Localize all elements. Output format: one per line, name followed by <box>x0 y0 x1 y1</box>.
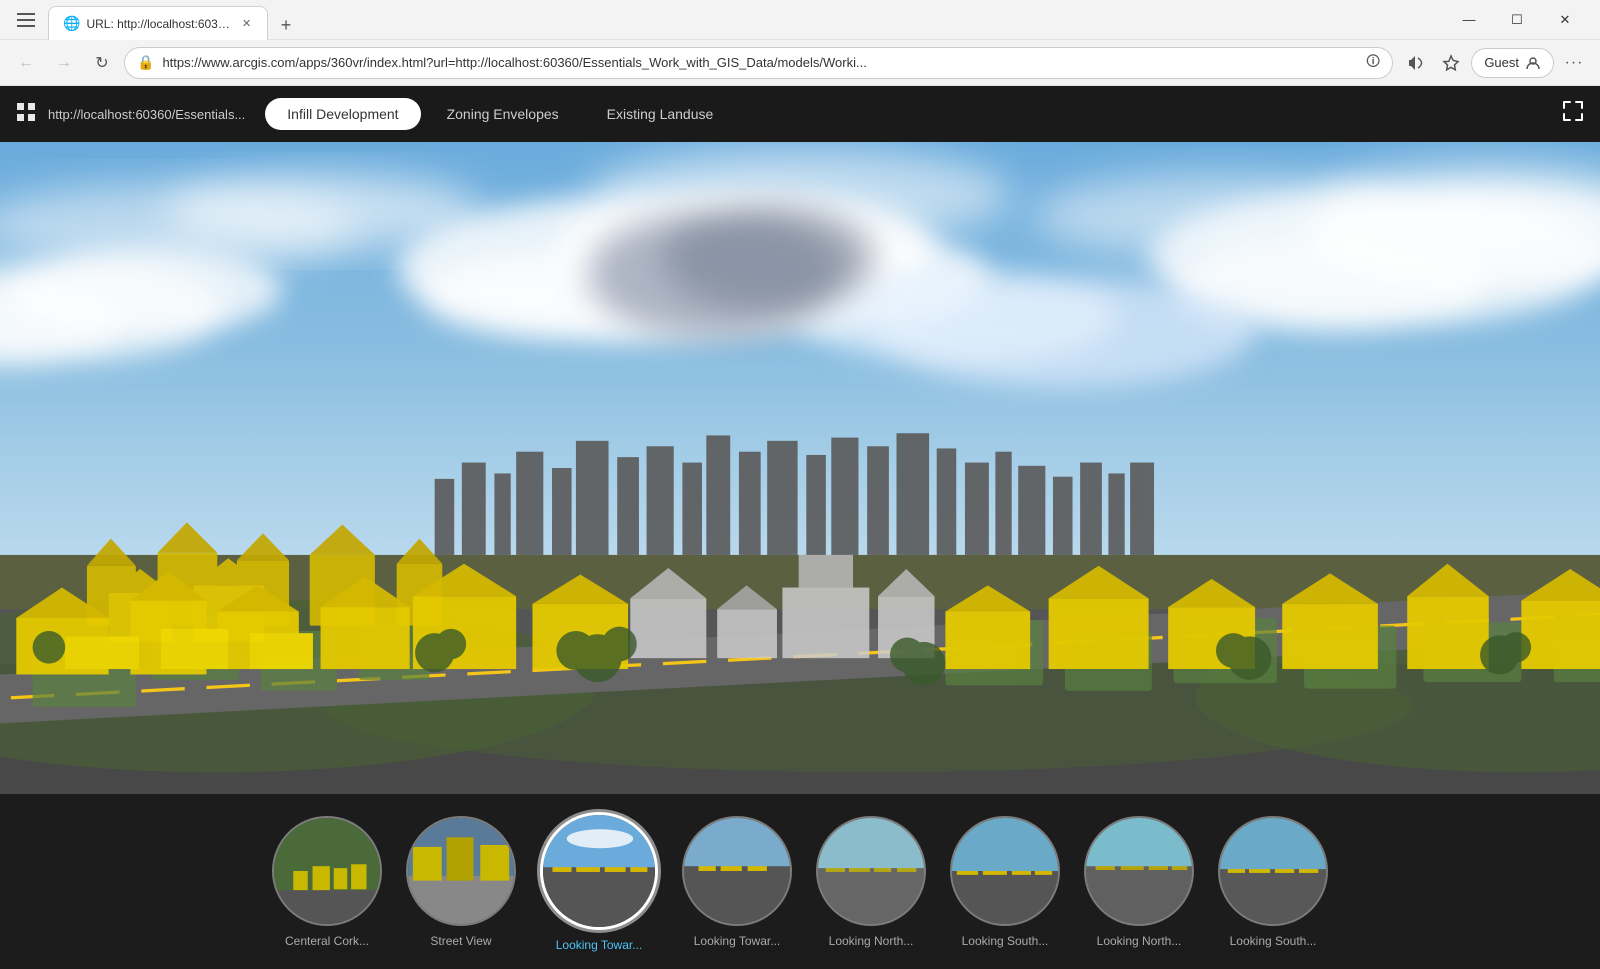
carousel-item-looking-north-1[interactable]: Looking North... <box>816 816 926 948</box>
carousel-thumb-looking-south-2 <box>1218 816 1328 926</box>
minimize-button[interactable]: — <box>1446 3 1492 37</box>
app-tabs: Infill Development Zoning Envelopes Exis… <box>265 98 735 130</box>
carousel-item-street-view[interactable]: Street View <box>406 816 516 948</box>
carousel-item-looking-north-2[interactable]: Looking North... <box>1084 816 1194 948</box>
read-aloud-button[interactable] <box>1399 47 1431 79</box>
forward-button[interactable]: → <box>48 47 80 79</box>
browser-tab-active[interactable]: 🌐 URL: http://localhost:60360/Esse... ✕ <box>48 6 268 40</box>
app-header: http://localhost:60360/Essentials... Inf… <box>0 86 1600 142</box>
tab-infill-development[interactable]: Infill Development <box>265 98 420 130</box>
carousel-label-looking-north-2: Looking North... <box>1097 934 1182 948</box>
guest-profile-button[interactable]: Guest <box>1471 48 1554 78</box>
sidebar-toggle-button[interactable] <box>12 6 40 34</box>
new-tab-button[interactable]: + <box>272 11 300 39</box>
carousel-label-central-cork: Centeral Cork... <box>285 934 369 948</box>
carousel: Centeral Cork... <box>0 794 1600 969</box>
carousel-label-looking-toward-2: Looking Towar... <box>694 934 781 948</box>
address-bar: ← → ↻ 🔒 https://www.arcgis.com/apps/360v… <box>0 40 1600 86</box>
more-options-button[interactable]: ··· <box>1558 47 1590 79</box>
carousel-label-looking-north-1: Looking North... <box>829 934 914 948</box>
carousel-item-looking-toward-1[interactable]: Looking Towar... <box>540 812 658 952</box>
carousel-label-looking-south-1: Looking South... <box>962 934 1049 948</box>
read-mode-icon[interactable]: 🛈 <box>1366 51 1380 75</box>
favorites-button[interactable] <box>1435 47 1467 79</box>
url-bar-actions: 🛈 <box>1366 51 1380 75</box>
app-title: http://localhost:60360/Essentials... <box>48 107 245 122</box>
window-left-controls <box>12 6 40 34</box>
carousel-item-central-cork[interactable]: Centeral Cork... <box>272 816 382 948</box>
carousel-label-street-view: Street View <box>430 934 491 948</box>
carousel-thumb-street-view <box>406 816 516 926</box>
tab-title: URL: http://localhost:60360/Esse... <box>86 17 234 31</box>
carousel-thumb-looking-toward-1 <box>540 812 658 930</box>
carousel-label-looking-south-2: Looking South... <box>1230 934 1317 948</box>
tab-zoning-envelopes[interactable]: Zoning Envelopes <box>425 98 581 130</box>
lock-icon: 🔒 <box>137 54 154 71</box>
carousel-item-looking-south-1[interactable]: Looking South... <box>950 816 1060 948</box>
app-grid-icon[interactable] <box>16 102 36 127</box>
carousel-label-looking-toward-1: Looking Towar... <box>556 938 643 952</box>
carousel-thumb-looking-north-1 <box>816 816 926 926</box>
url-text: https://www.arcgis.com/apps/360vr/index.… <box>162 55 1358 70</box>
carousel-item-looking-toward-2[interactable]: Looking Towar... <box>682 816 792 948</box>
title-bar: 🌐 URL: http://localhost:60360/Esse... ✕ … <box>0 0 1600 40</box>
app-area: http://localhost:60360/Essentials... Inf… <box>0 86 1600 969</box>
browser-tabs: 🌐 URL: http://localhost:60360/Esse... ✕ … <box>48 0 1438 39</box>
scene-container: Centeral Cork... <box>0 142 1600 969</box>
refresh-button[interactable]: ↻ <box>86 47 118 79</box>
toolbar-right: Guest ··· <box>1399 47 1590 79</box>
guest-label: Guest <box>1484 55 1519 70</box>
fullscreen-button[interactable] <box>1562 100 1584 128</box>
city-scene-svg <box>0 142 1600 794</box>
tab-close-button[interactable]: ✕ <box>240 16 253 32</box>
window-controls: — ☐ ✕ <box>1446 3 1588 37</box>
maximize-button[interactable]: ☐ <box>1494 3 1540 37</box>
carousel-thumb-central-cork <box>272 816 382 926</box>
browser-window: 🌐 URL: http://localhost:60360/Esse... ✕ … <box>0 0 1600 969</box>
tab-favicon: 🌐 <box>63 15 80 32</box>
back-button[interactable]: ← <box>10 47 42 79</box>
carousel-thumb-looking-toward-2 <box>682 816 792 926</box>
carousel-thumb-looking-south-1 <box>950 816 1060 926</box>
tab-existing-landuse[interactable]: Existing Landuse <box>585 98 736 130</box>
url-bar[interactable]: 🔒 https://www.arcgis.com/apps/360vr/inde… <box>124 47 1393 79</box>
carousel-thumb-looking-north-2 <box>1084 816 1194 926</box>
close-button[interactable]: ✕ <box>1542 3 1588 37</box>
carousel-item-looking-south-2[interactable]: Looking South... <box>1218 816 1328 948</box>
